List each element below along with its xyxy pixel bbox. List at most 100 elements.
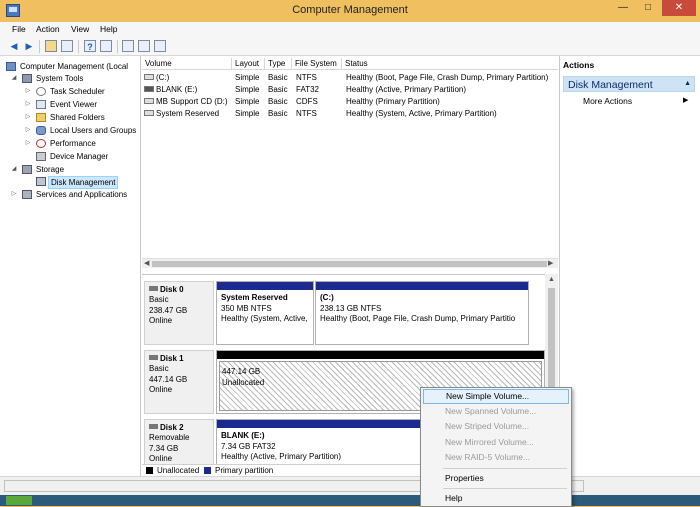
partition-size: 447.14 GB xyxy=(222,367,261,376)
volume-status: Healthy (System, Active, Primary Partiti… xyxy=(346,109,497,118)
collapse-arrow-icon[interactable]: ◢ xyxy=(10,73,18,84)
disk-2-info[interactable]: Disk 2 Removable 7.34 GB Online xyxy=(144,419,214,466)
disk-type: Basic xyxy=(149,364,169,373)
refresh-icon[interactable] xyxy=(122,40,134,52)
expand-arrow-icon[interactable]: ▷ xyxy=(24,125,32,136)
primary-partition-bar xyxy=(217,282,313,290)
scrollbar-thumb[interactable] xyxy=(152,261,547,267)
scroll-left-icon[interactable]: ◀ xyxy=(144,259,149,269)
menu-new-simple-volume[interactable]: New Simple Volume... xyxy=(423,389,569,404)
volume-status: Healthy (Boot, Page File, Crash Dump, Pr… xyxy=(346,73,549,82)
partition-status: Healthy (System, Active, xyxy=(221,314,308,323)
computer-icon xyxy=(6,62,16,71)
tree-label: Shared Folders xyxy=(50,113,105,122)
disk-type: Removable xyxy=(149,433,190,442)
menu-view[interactable]: View xyxy=(71,24,89,34)
shared-folder-icon xyxy=(36,113,46,122)
close-button[interactable]: ✕ xyxy=(662,0,696,16)
tree-item-device-manager[interactable]: Device Manager xyxy=(4,151,138,163)
device-manager-icon xyxy=(36,152,46,161)
expand-arrow-icon[interactable]: ▷ xyxy=(24,99,32,110)
column-header-file-system[interactable]: File System xyxy=(292,58,342,70)
volume-layout: Simple xyxy=(235,73,260,82)
column-header-layout[interactable]: Layout xyxy=(232,58,265,70)
title-bar[interactable]: Computer Management — □ ✕ xyxy=(0,0,700,22)
expand-arrow-icon[interactable]: ▷ xyxy=(24,138,32,149)
tree-label: Services and Applications xyxy=(36,190,128,199)
minimize-button[interactable]: — xyxy=(611,0,635,16)
volume-row[interactable]: MB Support CD (D:) Simple Basic CDFS Hea… xyxy=(142,96,558,108)
properties-icon[interactable] xyxy=(100,40,112,52)
window-title: Computer Management xyxy=(292,4,408,16)
tree-label: Event Viewer xyxy=(50,100,97,109)
volume-row[interactable]: BLANK (E:) Simple Basic FAT32 Healthy (A… xyxy=(142,84,558,96)
menu-action[interactable]: Action xyxy=(36,24,60,34)
disk-size: 447.14 GB xyxy=(149,374,188,384)
maximize-button[interactable]: □ xyxy=(636,0,660,16)
tree-item-local-users[interactable]: ▷ Local Users and Groups xyxy=(4,125,138,137)
taskbar-start-icon[interactable] xyxy=(6,496,32,505)
menu-new-spanned-volume[interactable]: New Spanned Volume... xyxy=(423,404,569,419)
expand-arrow-icon[interactable]: ▷ xyxy=(24,112,32,123)
unallocated-swatch xyxy=(146,467,153,474)
menu-new-raid5-volume[interactable]: New RAID-5 Volume... xyxy=(423,450,569,465)
volume-type: Basic xyxy=(268,73,288,82)
submenu-arrow-icon[interactable]: ▶ xyxy=(683,96,688,104)
up-folder-icon[interactable] xyxy=(45,40,57,52)
partition-system-reserved[interactable]: System Reserved 350 MB NTFS Healthy (Sys… xyxy=(216,281,314,345)
tree-item-disk-management[interactable]: Disk Management xyxy=(4,176,138,189)
menu-help[interactable]: Help xyxy=(423,491,569,506)
tree-item-root[interactable]: Computer Management (Local xyxy=(4,61,138,73)
tree-item-performance[interactable]: ▷ Performance xyxy=(4,138,138,150)
back-arrow-icon[interactable]: ◀ xyxy=(8,40,20,52)
tree-splitter[interactable] xyxy=(140,56,141,476)
tree-label: Storage xyxy=(36,165,65,174)
help-icon[interactable]: ? xyxy=(84,40,96,52)
toolbar-separator xyxy=(78,40,79,53)
volume-type: Basic xyxy=(268,85,288,94)
tree-label: Performance xyxy=(50,139,96,148)
tree-item-storage[interactable]: ◢ Storage xyxy=(4,164,138,176)
column-header-type[interactable]: Type xyxy=(265,58,292,70)
settings-icon[interactable] xyxy=(154,40,166,52)
tree-item-services[interactable]: ▷ Services and Applications xyxy=(4,189,138,201)
users-icon xyxy=(36,126,46,135)
menu-file[interactable]: File xyxy=(12,24,26,34)
tree-item-event-viewer[interactable]: ▷ Event Viewer xyxy=(4,99,138,111)
tree-item-system-tools[interactable]: ◢ System Tools xyxy=(4,73,138,85)
disk-0-info[interactable]: Disk 0 Basic 238.47 GB Online xyxy=(144,281,214,345)
expand-arrow-icon[interactable]: ▷ xyxy=(24,86,32,97)
app-window: Computer Management — □ ✕ File Action Vi… xyxy=(0,0,700,507)
column-header-status[interactable]: Status xyxy=(342,58,558,70)
tree-label: Computer Management (Local xyxy=(20,62,129,71)
menu-properties[interactable]: Properties xyxy=(423,471,569,486)
tree-item-task-scheduler[interactable]: ▷ Task Scheduler xyxy=(4,86,138,98)
menu-new-mirrored-volume[interactable]: New Mirrored Volume... xyxy=(423,435,569,450)
show-hide-tree-icon[interactable] xyxy=(61,40,73,52)
collapse-up-icon[interactable]: ▲ xyxy=(684,80,691,87)
disk-1-info[interactable]: Disk 1 Basic 447.14 GB Online xyxy=(144,350,214,414)
volume-row[interactable]: System Reserved Simple Basic NTFS Health… xyxy=(142,108,558,120)
more-actions-link[interactable]: More Actions xyxy=(583,96,632,106)
actions-section-disk-management[interactable]: Disk Management ▲ xyxy=(563,76,695,92)
partition-c[interactable]: (C:) 238.13 GB NTFS Healthy (Boot, Page … xyxy=(315,281,529,345)
disk-state: Online xyxy=(149,454,173,463)
legend-primary: Primary partition xyxy=(215,466,274,475)
export-icon[interactable] xyxy=(138,40,150,52)
scroll-up-icon[interactable]: ▲ xyxy=(548,276,555,283)
tree-label: Task Scheduler xyxy=(50,87,105,96)
drive-icon xyxy=(144,109,154,116)
storage-icon xyxy=(22,165,32,174)
forward-arrow-icon[interactable]: ▶ xyxy=(23,40,35,52)
volume-fs: FAT32 xyxy=(296,85,319,94)
menu-new-striped-volume[interactable]: New Striped Volume... xyxy=(423,419,569,434)
volume-list-horizontal-scrollbar[interactable]: ◀ ▶ xyxy=(142,258,558,268)
scroll-right-icon[interactable]: ▶ xyxy=(548,259,553,269)
tree-item-shared-folders[interactable]: ▷ Shared Folders xyxy=(4,112,138,124)
menu-help[interactable]: Help xyxy=(100,24,117,34)
column-header-volume[interactable]: Volume xyxy=(142,58,232,70)
volume-row[interactable]: (C:) Simple Basic NTFS Healthy (Boot, Pa… xyxy=(142,72,558,84)
collapse-arrow-icon[interactable]: ◢ xyxy=(10,164,18,175)
volume-status: Healthy (Active, Primary Partition) xyxy=(346,85,467,94)
expand-arrow-icon[interactable]: ▷ xyxy=(10,189,18,200)
